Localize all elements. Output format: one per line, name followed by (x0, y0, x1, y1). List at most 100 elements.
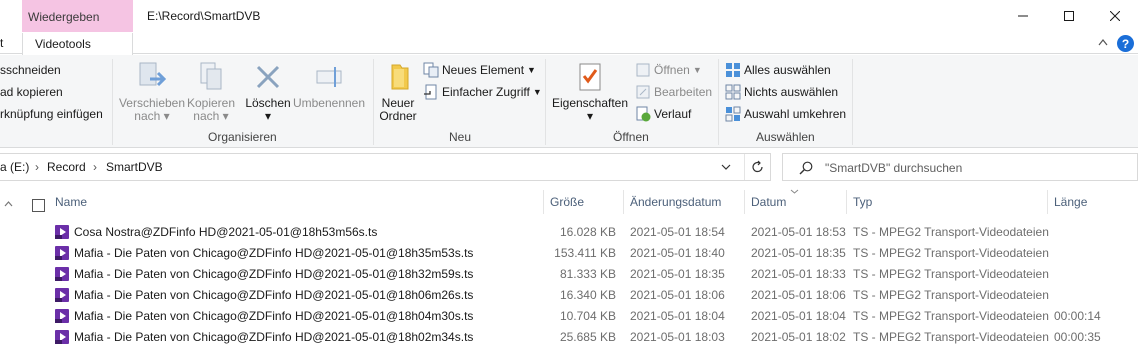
table-row[interactable]: Mafia - Die Paten von Chicago@ZDFinfo HD… (0, 285, 1138, 306)
column-header-type[interactable]: Typ (847, 190, 1048, 214)
file-size: 153.411 KB (554, 246, 616, 260)
table-row[interactable]: Mafia - Die Paten von Chicago@ZDFinfo HD… (0, 243, 1138, 264)
group-label-new: Neu (449, 130, 472, 144)
table-row[interactable]: Mafia - Die Paten von Chicago@ZDFinfo HD… (0, 264, 1138, 285)
column-header-name[interactable]: Name (49, 190, 544, 214)
refresh-icon (751, 160, 763, 173)
close-icon (1110, 11, 1120, 21)
move-to-button[interactable]: Verschieben nach ▾ (118, 61, 186, 123)
move-to-icon (139, 62, 167, 87)
chevron-up-icon (4, 201, 13, 207)
ts-video-file-icon (55, 246, 69, 260)
open-dropdown-icon: ▼ (692, 65, 702, 75)
breadcrumb-smartdvb[interactable]: SmartDVB (106, 160, 163, 174)
properties-dropdown-icon: ▾ (586, 109, 594, 123)
column-header-date-label: Datum (751, 195, 787, 209)
history-button[interactable]: Verlauf (635, 104, 691, 124)
select-all-checkbox[interactable] (32, 199, 45, 212)
address-bar[interactable]: a (E:) › Record › SmartDVB (0, 153, 771, 181)
file-modified: 2021-05-01 18:06 (630, 288, 725, 302)
copy-to-label-2: nach ▾ (193, 109, 229, 123)
delete-dropdown-icon: ▾ (264, 109, 272, 123)
easy-access-button[interactable]: Einfacher Zugriff ▼ (423, 82, 542, 102)
file-size: 10.704 KB (559, 309, 616, 323)
rename-button[interactable]: Umbenennen (292, 61, 366, 110)
file-type: TS - MPEG2 Transport-Videodateien (853, 225, 1049, 239)
file-length: 00:00:35 (1054, 330, 1101, 344)
search-placeholder: "SmartDVB" durchsuchen (825, 161, 963, 175)
select-all-icon (726, 63, 740, 77)
select-all-label: Alles auswählen (744, 63, 831, 77)
file-date: 2021-05-01 18:02 (751, 330, 846, 344)
table-row[interactable]: Mafia - Die Paten von Chicago@ZDFinfo HD… (0, 327, 1138, 346)
breadcrumb-record[interactable]: Record (47, 160, 86, 174)
file-modified: 2021-05-01 18:54 (630, 225, 725, 239)
paste-shortcut-button[interactable]: rknüpfung einfügen (0, 107, 103, 121)
select-all-button[interactable]: Alles auswählen (725, 60, 831, 80)
column-header-date[interactable]: Datum (745, 189, 847, 214)
minimize-button[interactable] (1000, 0, 1046, 32)
chevron-down-icon (721, 164, 731, 170)
tab-partial[interactable]: t (0, 36, 3, 50)
scroll-up-button[interactable] (4, 199, 13, 210)
delete-button[interactable]: Löschen ▾ (244, 61, 292, 123)
ribbon-divider (112, 59, 113, 145)
file-modified: 2021-05-01 18:40 (630, 246, 725, 260)
select-none-icon (725, 84, 741, 100)
help-button[interactable]: ? (1117, 35, 1134, 52)
file-type: TS - MPEG2 Transport-Videodateien (853, 288, 1049, 302)
new-folder-button[interactable]: Neuer Ordner (376, 61, 420, 123)
invert-selection-icon (725, 106, 741, 122)
open-button[interactable]: Öffnen ▼ (635, 60, 702, 80)
refresh-button[interactable] (744, 154, 770, 180)
close-button[interactable] (1092, 0, 1138, 32)
copy-path-button[interactable]: ad kopieren (0, 85, 63, 99)
new-item-label: Neues Element (442, 63, 525, 77)
invert-selection-button[interactable]: Auswahl umkehren (725, 104, 846, 124)
tab-videotools[interactable]: Videotools (22, 33, 133, 55)
file-date: 2021-05-01 18:35 (751, 246, 846, 260)
context-tab-playback[interactable]: Wiedergeben (22, 0, 133, 33)
table-row[interactable]: Cosa Nostra@ZDFinfo HD@2021-05-01@18h53m… (0, 222, 1138, 243)
table-row[interactable]: Mafia - Die Paten von Chicago@ZDFinfo HD… (0, 306, 1138, 327)
file-name[interactable]: Cosa Nostra@ZDFinfo HD@2021-05-01@18h53m… (74, 225, 377, 239)
file-list: Name Größe Änderungsdatum Datum Typ Läng… (0, 186, 1138, 346)
copy-to-button[interactable]: Kopieren nach ▾ (185, 61, 237, 123)
easy-access-label: Einfacher Zugriff (442, 85, 530, 99)
file-length: 00:00:14 (1054, 309, 1101, 323)
group-label-organize: Organisieren (208, 130, 277, 144)
file-name[interactable]: Mafia - Die Paten von Chicago@ZDFinfo HD… (74, 309, 473, 323)
history-label: Verlauf (654, 107, 692, 121)
file-name[interactable]: Mafia - Die Paten von Chicago@ZDFinfo HD… (74, 330, 473, 344)
open-label: Öffnen (654, 63, 690, 77)
file-name[interactable]: Mafia - Die Paten von Chicago@ZDFinfo HD… (74, 246, 473, 260)
new-folder-label-2: Ordner (379, 109, 417, 123)
group-label-open: Öffnen (613, 130, 649, 144)
new-item-button[interactable]: Neues Element ▼ (423, 60, 536, 80)
maximize-icon (1064, 11, 1074, 21)
cut-button[interactable]: sschneiden (0, 63, 61, 77)
breadcrumb-drive[interactable]: a (E:) (0, 160, 29, 174)
ribbon-collapse-button[interactable] (1098, 35, 1108, 49)
search-box[interactable]: "SmartDVB" durchsuchen (782, 153, 1138, 181)
file-name[interactable]: Mafia - Die Paten von Chicago@ZDFinfo HD… (74, 267, 473, 281)
ribbon: sschneiden ad kopieren rknüpfung einfüge… (0, 55, 1138, 148)
file-name[interactable]: Mafia - Die Paten von Chicago@ZDFinfo HD… (74, 288, 473, 302)
edit-icon (636, 85, 650, 99)
address-dropdown-button[interactable] (721, 160, 731, 174)
sort-indicator-icon (790, 189, 799, 194)
history-icon (636, 106, 651, 122)
context-tab-label: Wiedergeben (28, 10, 100, 24)
column-header-size[interactable]: Größe (544, 190, 624, 214)
column-header-length[interactable]: Länge (1048, 190, 1138, 214)
select-none-button[interactable]: Nichts auswählen (725, 82, 838, 102)
breadcrumb-separator-icon: › (93, 160, 97, 174)
column-header-modified[interactable]: Änderungsdatum (624, 190, 745, 214)
address-row: a (E:) › Record › SmartDVB "SmartDVB" du… (0, 148, 1138, 186)
properties-button[interactable]: Eigenschaften ▾ (550, 61, 630, 123)
easy-access-dropdown-icon: ▼ (532, 87, 542, 97)
folder-icon (391, 64, 409, 90)
properties-icon (579, 63, 601, 91)
edit-button[interactable]: Bearbeiten (635, 82, 712, 102)
maximize-button[interactable] (1046, 0, 1092, 32)
